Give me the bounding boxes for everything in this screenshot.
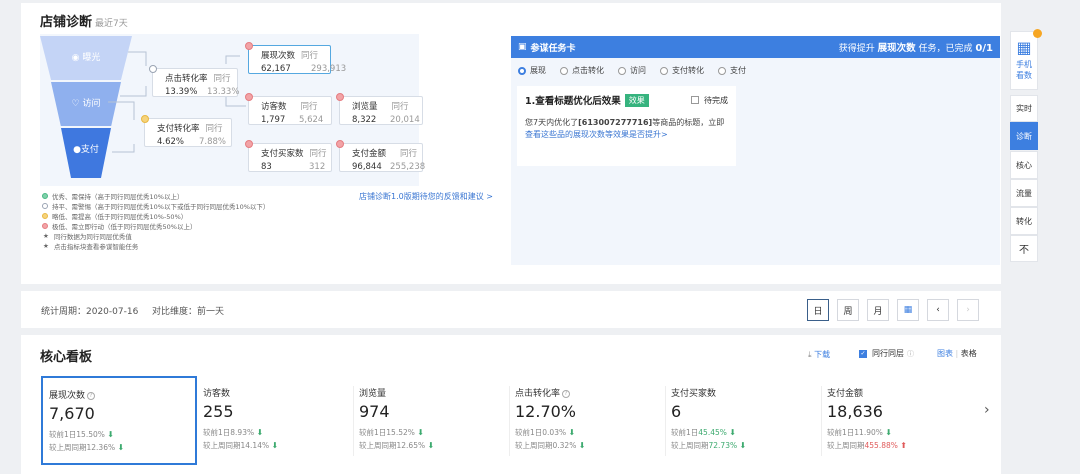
metric-amount[interactable]: 支付金额 同行 96,844 255,238 xyxy=(336,140,425,172)
arrow-down-icon: ⬇ xyxy=(107,430,114,439)
kpi-next-button[interactable]: › xyxy=(984,402,990,418)
metric-impressions[interactable]: 展现次数 同行 62,167 293,913 xyxy=(245,42,346,74)
kpi-buyers[interactable]: 支付买家数 6 较前1日45.45% ⬇ 较上周同期72.73% ⬇ xyxy=(665,376,821,465)
status-dot-yellow xyxy=(141,115,149,123)
arrow-down-icon: ⬇ xyxy=(427,441,435,450)
download-icon: ⤓ xyxy=(808,350,812,359)
download-button[interactable]: ⤓ 下载 xyxy=(808,349,830,360)
calendar-icon: ▦ xyxy=(903,305,913,315)
help-icon: ? xyxy=(87,391,96,400)
star-icon: ★ xyxy=(43,232,49,240)
next-button[interactable]: › xyxy=(957,299,979,321)
status-dot-red xyxy=(245,140,253,148)
clipboard-icon: ▣ xyxy=(518,42,527,52)
arrow-down-icon: ⬇ xyxy=(256,428,264,437)
metric-buyers[interactable]: 支付买家数 同行 83 312 xyxy=(245,140,332,172)
kpi-pageviews[interactable]: 浏览量 974 较前1日15.52% ⬇ 较上周同期12.65% ⬇ xyxy=(353,376,509,465)
status-dot-red xyxy=(336,93,344,101)
funnel-diagram: ◉ 曝光 ♡ 访问 ●支付 展现次数 同行 62,167 293,913 点击转化率… xyxy=(40,34,425,186)
task-card-header: ▣ 参谋任务卡 获得提升 展现次数 任务，已完成 0/1 xyxy=(511,36,1000,58)
arrow-down-icon: ⬇ xyxy=(568,428,576,437)
table-view-button[interactable]: 表格 xyxy=(961,349,977,358)
metric-click-rate[interactable]: 点击转化率 同行 13.39% 13.33% xyxy=(149,65,239,97)
arrow-up-icon: ⬆ xyxy=(900,441,907,450)
effect-badge: 效果 xyxy=(624,93,649,107)
task-item[interactable]: 1.查看标题优化后效果 效果 待完成 您7天内优化了[613007277716]… xyxy=(517,86,736,166)
kpi-amount[interactable]: 支付金额 18,636 较前1日11.90% ⬇ 较上周同期455.88% ⬆ xyxy=(821,376,977,465)
legend-note-click: ★ 点击指标块查看参谋智能任务 xyxy=(43,242,139,251)
metric-pay-rate[interactable]: 支付转化率 同行 4.62% 7.88% xyxy=(141,115,232,147)
legend-very-low: 极低、需立即行动（低于同行同层优秀50%以上） xyxy=(42,221,196,231)
kpi-visitors[interactable]: 访客数 255 较前1日8.93% ⬇ 较上周同期14.14% ⬇ xyxy=(197,376,353,465)
help-icon: ⓘ xyxy=(907,349,914,358)
legend-dot-red xyxy=(42,223,48,229)
pending-checkbox[interactable] xyxy=(691,96,699,104)
legend-flat: 持平、需警惕（高于同行同层优秀10%以下或低于同行同层优秀10%以下） xyxy=(42,201,269,211)
chevron-right-icon: › xyxy=(984,402,990,418)
qr-code-icon: ▦ xyxy=(1016,38,1032,57)
chevron-left-icon: ‹ xyxy=(936,305,940,315)
kpi-click-rate[interactable]: 点击转化率? 12.70% 较前1日0.03% ⬇ 较上周同期0.32% ⬇ xyxy=(509,376,665,465)
calendar-button[interactable]: ▦ xyxy=(897,299,919,321)
option-exposure[interactable]: 展现 xyxy=(518,65,546,76)
status-dot-red xyxy=(245,93,253,101)
peer-layer-toggle[interactable]: ✓ 同行同层 ⓘ xyxy=(859,348,914,359)
option-visit[interactable]: 访问 xyxy=(618,65,646,76)
legend-dot-yellow xyxy=(42,213,48,219)
task-options: 展现 点击转化 访问 支付转化 支付 xyxy=(518,65,760,76)
feedback-link[interactable]: 店铺诊断1.0版期待您的反馈和建议 > xyxy=(359,191,493,202)
metric-visitors[interactable]: 访客数 同行 1,797 5,624 xyxy=(245,93,332,125)
arrow-down-icon: ⬇ xyxy=(729,428,736,437)
task-item-desc: 您7天内优化了[613007277716]等商品的标题，立即查看这些品的展现次数… xyxy=(525,118,725,139)
chart-view-button[interactable]: 图表 xyxy=(937,349,953,358)
core-title: 核心看板 xyxy=(40,350,93,365)
arrow-down-icon: ⬇ xyxy=(117,443,125,452)
arrow-down-icon: ⬇ xyxy=(578,441,586,450)
diagnosis-title: 店铺诊断 最近7天 xyxy=(40,15,128,30)
status-dot-red xyxy=(336,140,344,148)
arrow-down-icon: ⬇ xyxy=(739,441,747,450)
notification-dot xyxy=(1033,29,1042,38)
stat-period: 统计周期：2020-07-16 xyxy=(41,307,139,317)
rail-item-more[interactable]: 不 xyxy=(1010,235,1038,262)
arrow-down-icon: ⬇ xyxy=(417,428,424,437)
rail-item-traffic[interactable]: 流量 xyxy=(1010,179,1038,207)
legend-note-peer: ★ 同行数据为同行同层优秀值 xyxy=(43,232,132,241)
rail-mobile-view[interactable]: ▦ 手机 看数 xyxy=(1010,31,1038,90)
arrow-down-icon: ⬇ xyxy=(271,441,279,450)
kpi-impressions[interactable]: 展现次数? 7,670 较前1日15.50% ⬇ 较上周同期12.36% ⬇ xyxy=(41,376,197,465)
prev-button[interactable]: ‹ xyxy=(927,299,949,321)
task-item-title: 1.查看标题优化后效果 xyxy=(525,96,621,107)
status-dot-white xyxy=(149,65,157,73)
rail-item-diagnosis[interactable]: 诊断 xyxy=(1010,122,1038,150)
month-button[interactable]: 月 xyxy=(867,299,889,321)
option-pay[interactable]: 支付 xyxy=(718,65,746,76)
task-card: ▣ 参谋任务卡 获得提升 展现次数 任务，已完成 0/1 展现 点击转化 访问 … xyxy=(511,36,1000,265)
view-toggle: 图表 | 表格 xyxy=(937,349,977,358)
checkbox-checked-icon: ✓ xyxy=(859,349,867,358)
metric-pageviews[interactable]: 浏览量 同行 8,322 20,014 xyxy=(336,93,423,125)
day-button[interactable]: 日 xyxy=(807,299,829,321)
chevron-right-icon: › xyxy=(966,305,970,315)
week-button[interactable]: 周 xyxy=(837,299,859,321)
rail-item-conversion[interactable]: 转化 xyxy=(1010,207,1038,235)
arrow-down-icon: ⬇ xyxy=(885,428,892,437)
diagnosis-subtitle: 最近7天 xyxy=(95,19,128,29)
legend-dot-green xyxy=(42,193,48,199)
legend-low: 略低、需提高（低于同行同层优秀10%-50%） xyxy=(42,211,187,221)
option-pay-conv[interactable]: 支付转化 xyxy=(660,65,704,76)
legend-excellent: 优秀、需保持（高于同行同层优秀10%以上） xyxy=(42,191,183,201)
compare-dimension: 对比维度：前一天 xyxy=(152,307,225,317)
option-click-conv[interactable]: 点击转化 xyxy=(560,65,604,76)
rail-item-realtime[interactable]: 实时 xyxy=(1010,95,1038,122)
star-icon: ★ xyxy=(43,242,49,250)
legend-dot-white xyxy=(42,203,48,209)
rail-item-core[interactable]: 核心 xyxy=(1010,151,1038,179)
view-effect-link[interactable]: 查看这些品的展现次数等效果是否提升> xyxy=(525,130,668,139)
diagnosis-panel: 店铺诊断 最近7天 ◉ 曝光 ♡ 访问 ●支付 展现次数 同行 62,167 293,… xyxy=(21,3,1001,284)
help-icon: ? xyxy=(562,389,571,398)
status-dot-red xyxy=(245,42,253,50)
